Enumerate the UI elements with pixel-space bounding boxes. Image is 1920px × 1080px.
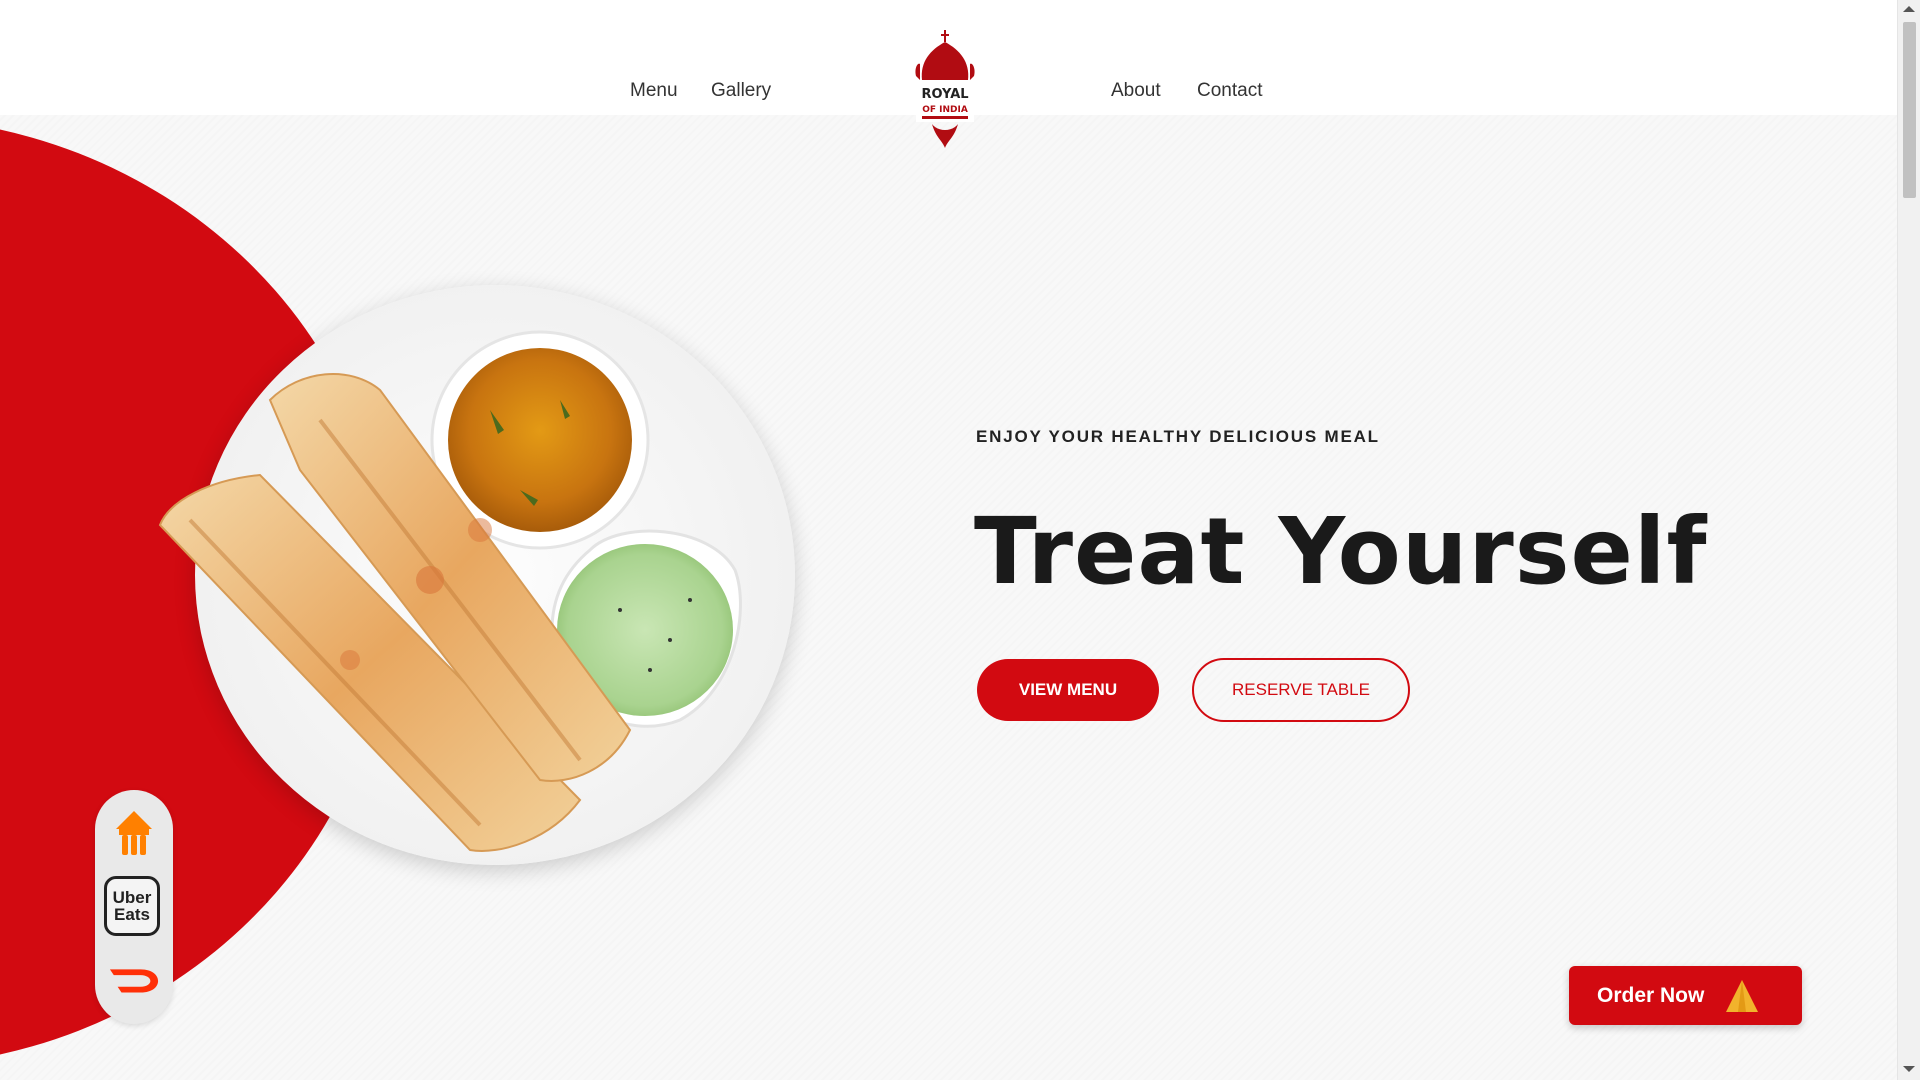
order-now-button[interactable]: Order Now: [1569, 966, 1802, 1025]
hero-eyebrow: ENJOY YOUR HEALTHY DELICIOUS MEAL: [976, 427, 1380, 446]
scroll-down-arrow[interactable]: [1903, 1066, 1915, 1072]
scroll-up-arrow[interactable]: [1903, 6, 1915, 12]
nav-contact-link[interactable]: Contact: [1197, 80, 1262, 102]
page-scrollbar[interactable]: [1897, 0, 1920, 1080]
reserve-table-button[interactable]: RESERVE TABLE: [1192, 658, 1410, 722]
nav-about-link[interactable]: About: [1111, 80, 1161, 102]
just-eat-icon[interactable]: [108, 806, 160, 858]
uber-eats-line2: Eats: [114, 905, 150, 924]
hero-title: Treat Yourself: [974, 498, 1708, 605]
landing-page: Menu Gallery About Contact ROYAL OF INDI…: [0, 0, 1897, 1080]
view-menu-button[interactable]: VIEW MENU: [977, 659, 1159, 721]
svg-text:ROYAL: ROYAL: [921, 87, 968, 102]
samosa-icon: [1726, 979, 1759, 1012]
order-now-label: Order Now: [1597, 983, 1705, 1007]
royal-of-india-logo[interactable]: ROYAL OF INDIA: [910, 28, 980, 152]
doordash-icon[interactable]: [108, 954, 160, 1006]
uber-eats-line1: Uber: [112, 888, 152, 907]
scrollbar-thumb[interactable]: [1903, 22, 1916, 198]
uber-eats-icon[interactable]: Uber Eats: [104, 876, 160, 936]
nav-menu-link[interactable]: Menu: [630, 80, 678, 102]
delivery-partners-bar: Uber Eats: [95, 790, 173, 1024]
svg-text:OF INDIA: OF INDIA: [922, 105, 968, 115]
dosa-food-image: [158, 330, 742, 852]
nav-gallery-link[interactable]: Gallery: [711, 80, 771, 102]
